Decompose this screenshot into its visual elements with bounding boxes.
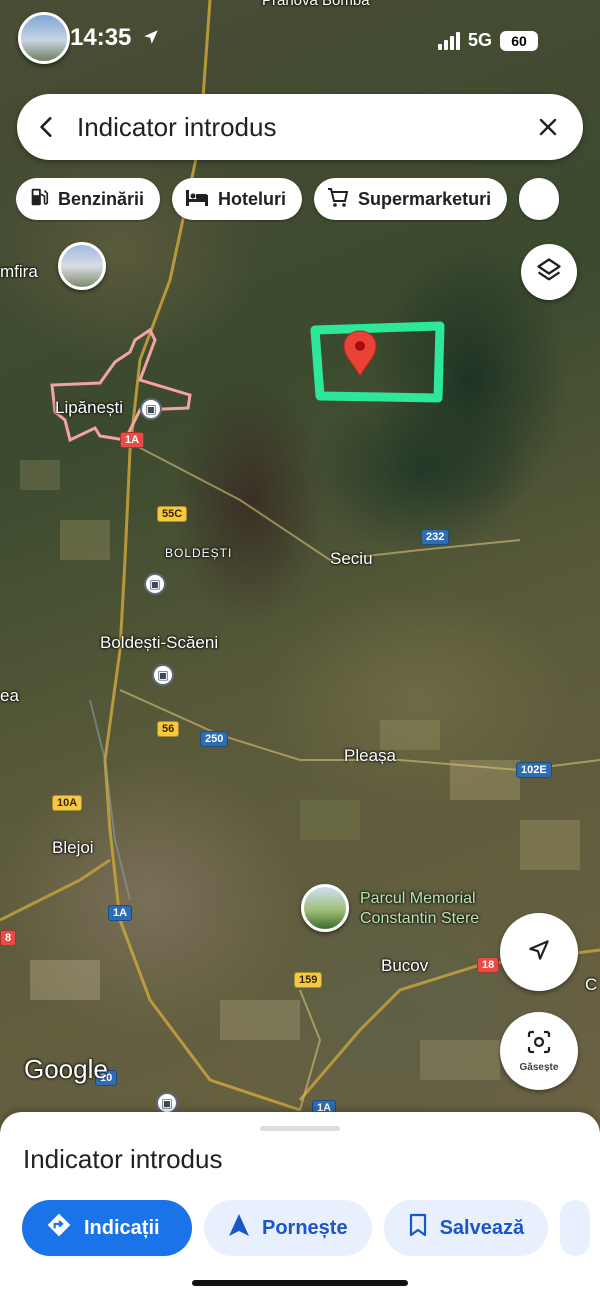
back-arrow-icon[interactable] [17,94,77,160]
my-location-button[interactable] [500,913,578,991]
road-shield: 10A [52,795,83,811]
gas-station-icon [28,186,50,213]
town-boundary-outline [50,327,192,443]
road-shield: 102E [516,762,552,778]
category-chips: Benzinării Hoteluri Supermarketuri [16,178,600,222]
status-time: 14:35 [70,24,160,53]
place-label-lipanesti: Lipănești [55,398,124,417]
poi-name-line1: Parcul Memorial [360,890,476,907]
poi-name-line2: Constantin Stere [360,910,480,927]
close-icon[interactable] [513,94,583,160]
navigation-arrow-icon [526,937,552,968]
road-shield: 1A [108,905,133,921]
poi-photo-pin[interactable] [301,884,349,932]
chip-more[interactable] [519,178,560,220]
hotel-bed-icon [184,186,210,213]
start-label: Pornește [262,1216,348,1239]
road-shield: 1A [120,432,145,448]
battery-icon: 60 [500,30,538,51]
road-shield: 8 [0,930,17,946]
action-buttons: Indicații Pornește Salvează [22,1200,600,1256]
road-shield: 56 [157,721,180,737]
bottom-sheet[interactable]: Indicator introdus Indicații Pornește Sa… [0,1112,600,1300]
place-label-bucov: Bucov [381,956,429,975]
directions-icon [46,1212,72,1244]
lens-search-button[interactable]: Găsește [500,1012,578,1090]
shopping-cart-icon [326,186,350,213]
road-shield: 18 [477,957,500,973]
search-query[interactable]: Indicator introdus [77,112,513,143]
avatar[interactable] [18,12,70,64]
place-label-boldesti: BOLDEȘTI [165,546,233,560]
status-time-text: 14:35 [70,24,132,51]
train-station-icon[interactable]: ▣ [144,573,166,595]
place-label-umfira: mfira [0,262,38,281]
chip-label: Benzinării [58,188,145,209]
status-bar: 14:35 5G 60 [0,0,600,84]
place-label-boldesti-scaeni: Boldești-Scăeni [100,633,219,652]
highlight-rectangle [310,321,445,403]
place-title: Indicator introdus [23,1144,223,1174]
home-indicator[interactable] [192,1280,408,1286]
place-label-seciu: Seciu [330,549,373,568]
place-photo-pin[interactable] [58,242,106,290]
camera-lens-icon [525,1029,553,1060]
lens-label: Găsește [519,1062,559,1073]
road-shield: 250 [200,731,229,747]
place-label-blejoi: Blejoi [52,838,94,857]
place-label-pleasa: Pleașa [344,746,396,765]
status-indicators: 5G 60 [437,30,538,51]
save-button[interactable]: Salvează [383,1200,549,1256]
more-actions-button[interactable] [560,1200,591,1256]
google-logo: Google [24,1054,108,1084]
train-station-icon[interactable]: ▣ [140,398,162,420]
poi-label[interactable]: Parcul Memorial Constantin Stere [360,889,479,929]
navigation-start-icon [228,1213,250,1243]
bookmark-icon [408,1213,428,1243]
chip-gas-stations[interactable]: Benzinării [16,178,161,220]
layers-button[interactable] [521,244,577,300]
road-shield: 159 [294,972,323,988]
chip-label: Supermarketuri [358,188,492,209]
save-label: Salvează [439,1216,525,1239]
chip-label: Hoteluri [218,188,287,209]
start-button[interactable]: Pornește [204,1200,372,1256]
search-bar[interactable]: Indicator introdus [17,94,583,160]
road-shield: 232 [421,529,450,545]
chip-hotels[interactable]: Hoteluri [172,178,303,220]
place-label-partial-left: ea [0,686,19,705]
road-shield: 55C [157,506,188,522]
place-label-partial-right: C [585,975,598,994]
train-station-icon[interactable]: ▣ [156,1092,178,1114]
location-arrow-icon [142,25,160,53]
chip-supermarkets[interactable]: Supermarketuri [314,178,508,220]
network-type: 5G [467,30,492,50]
directions-button[interactable]: Indicații [22,1200,192,1256]
directions-label: Indicații [84,1216,160,1239]
train-station-icon[interactable]: ▣ [152,664,174,686]
cellular-signal-icon [437,31,460,50]
dropped-pin-icon [343,330,377,378]
drag-handle[interactable] [260,1126,340,1131]
layers-icon [535,256,563,289]
